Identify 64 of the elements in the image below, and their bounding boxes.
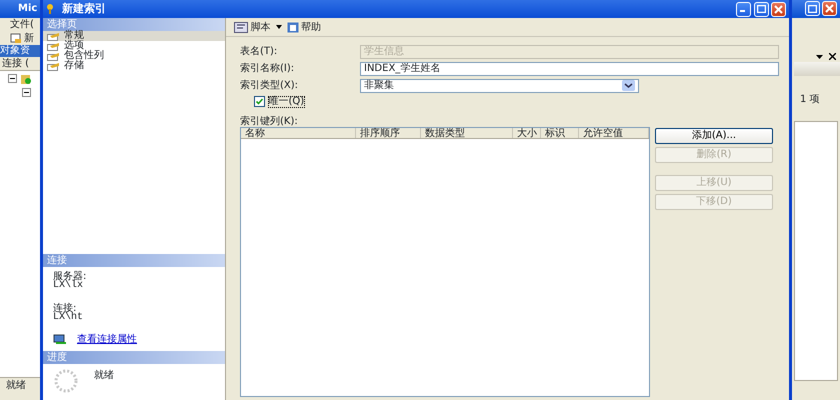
page-list-item[interactable]: 存储 <box>43 61 225 71</box>
toolbar-background <box>794 62 840 76</box>
maximize-icon <box>808 4 817 12</box>
column-header[interactable]: 数据类型 <box>421 128 513 138</box>
computer-icon <box>53 334 67 345</box>
minimize-button[interactable] <box>736 2 751 16</box>
checkbox-label[interactable]: 唯一(Q) <box>268 96 306 108</box>
maximize-button[interactable] <box>754 2 768 16</box>
progress-status: 就绪 <box>94 368 114 383</box>
input-field[interactable]: INDEX_学生姓名 <box>360 62 779 76</box>
close-button[interactable] <box>771 2 786 16</box>
item-count: 1 项 <box>800 93 820 107</box>
column-header[interactable]: 标识 <box>541 128 579 138</box>
action-button: 上移(U) <box>655 175 773 191</box>
new-query-icon[interactable] <box>10 33 22 44</box>
panel-title: 对象资 <box>0 45 40 57</box>
field-label: 索引类型(X): <box>240 78 300 93</box>
section-header: 选择页 <box>43 18 225 31</box>
progress-spinner-icon <box>53 368 79 394</box>
index-type-select[interactable]: 非聚集 <box>360 78 639 92</box>
section-label: 索引键列(K): <box>240 116 299 127</box>
toolbar-button[interactable]: 脚本 <box>234 20 270 34</box>
input-field: 学生信息 <box>360 44 779 58</box>
field-label: 服务器: <box>53 272 88 281</box>
field-value: LX\lx <box>53 281 84 290</box>
server-icon <box>20 74 32 85</box>
page-icon <box>47 52 60 60</box>
connection-properties-link[interactable]: 查看连接属性 <box>77 335 137 344</box>
action-button: 删除(R) <box>655 146 773 162</box>
field-label: 表名(T): <box>240 44 278 59</box>
dropdown-icon[interactable] <box>816 55 823 60</box>
close-icon[interactable] <box>829 53 836 60</box>
field-label: 连接: <box>53 304 76 313</box>
help-icon <box>286 22 298 32</box>
page-icon <box>47 32 60 40</box>
page-icon <box>47 42 60 50</box>
action-button: 下移(D) <box>655 194 773 210</box>
menu-item[interactable]: 文件( <box>10 19 34 30</box>
column-header[interactable]: 名称 <box>241 128 356 138</box>
maximize-button[interactable] <box>805 1 820 16</box>
section-header: 连接 <box>43 254 225 267</box>
page-list-item[interactable]: 包含性列 <box>43 51 225 61</box>
maximize-icon <box>756 5 766 13</box>
collapse-icon[interactable] <box>8 74 17 83</box>
dropdown-icon[interactable] <box>276 25 282 29</box>
close-button[interactable] <box>822 1 837 16</box>
collapse-icon[interactable] <box>22 88 31 97</box>
checkbox[interactable] <box>254 96 265 107</box>
window-title: Mic <box>0 0 40 18</box>
section-header: 进度 <box>43 351 225 364</box>
column-header[interactable]: 大小 <box>513 128 541 138</box>
dropdown-icon[interactable] <box>622 80 635 91</box>
toolbar-button[interactable]: 帮助 <box>286 20 321 34</box>
page-list-item[interactable]: 选项 <box>43 41 225 51</box>
page-list-item[interactable]: 常规 <box>43 31 225 41</box>
action-button[interactable]: 添加(A)... <box>655 128 773 144</box>
toolbar-button[interactable]: 新 <box>24 32 34 45</box>
field-label: 索引名称(I): <box>240 62 296 76</box>
page-icon <box>47 62 60 70</box>
script-icon <box>234 22 248 32</box>
close-icon <box>825 4 834 13</box>
window-title: 新建索引 <box>62 0 107 17</box>
field-value: LX\ht <box>53 313 84 322</box>
close-icon <box>774 4 783 14</box>
